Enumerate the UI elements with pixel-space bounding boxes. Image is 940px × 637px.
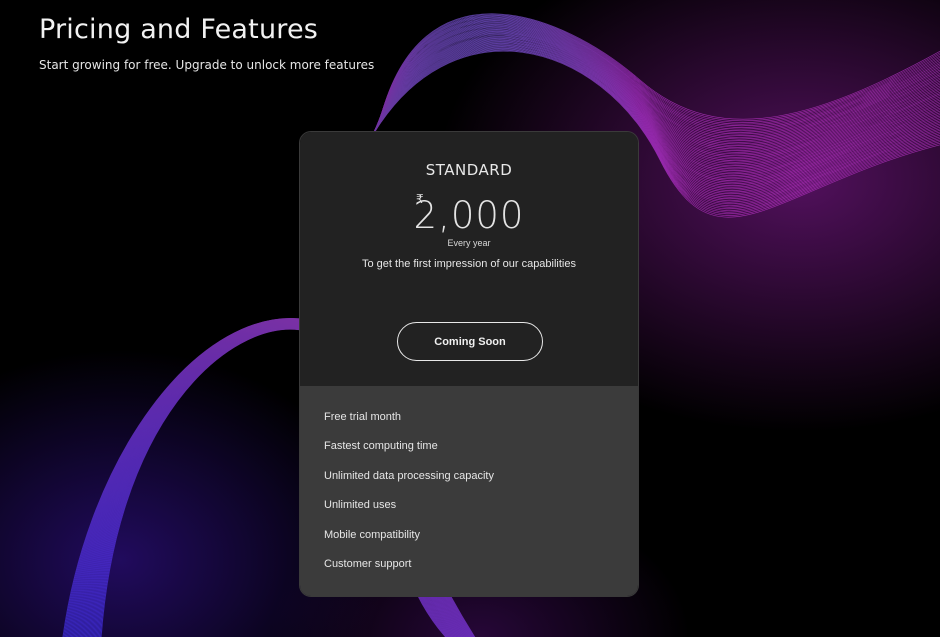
feature-item: Unlimited data processing capacity: [324, 469, 494, 482]
feature-item: Fastest computing time: [324, 440, 438, 453]
pricing-card-standard: STANDARD ₹ 2,000 Every year To get the f…: [299, 131, 639, 597]
feature-item: Free trial month: [324, 411, 402, 423]
feature-list: Free trial month Fastest computing time …: [324, 408, 494, 584]
feature-item: Mobile compatibility: [324, 528, 420, 541]
plan-name: STANDARD: [425, 161, 513, 179]
feature-item: Unlimited uses: [324, 499, 397, 512]
pricing-card-header: STANDARD ₹ 2,000 Every year To get the f…: [300, 132, 638, 386]
price-amount: 2,000: [413, 194, 525, 237]
feature-list-panel: Free trial month Fastest computing time …: [300, 386, 638, 596]
pricing-page: Pricing and Features Start growing for f…: [0, 0, 940, 637]
feature-item: Customer support: [324, 557, 412, 570]
coming-soon-button[interactable]: Coming Soon: [397, 322, 543, 361]
page-subtitle: Start growing for free. Upgrade to unloc…: [39, 58, 375, 72]
plan-tagline: To get the first impression of our capab…: [362, 258, 576, 270]
page-title: Pricing and Features: [39, 14, 319, 45]
billing-period: Every year: [447, 238, 491, 248]
